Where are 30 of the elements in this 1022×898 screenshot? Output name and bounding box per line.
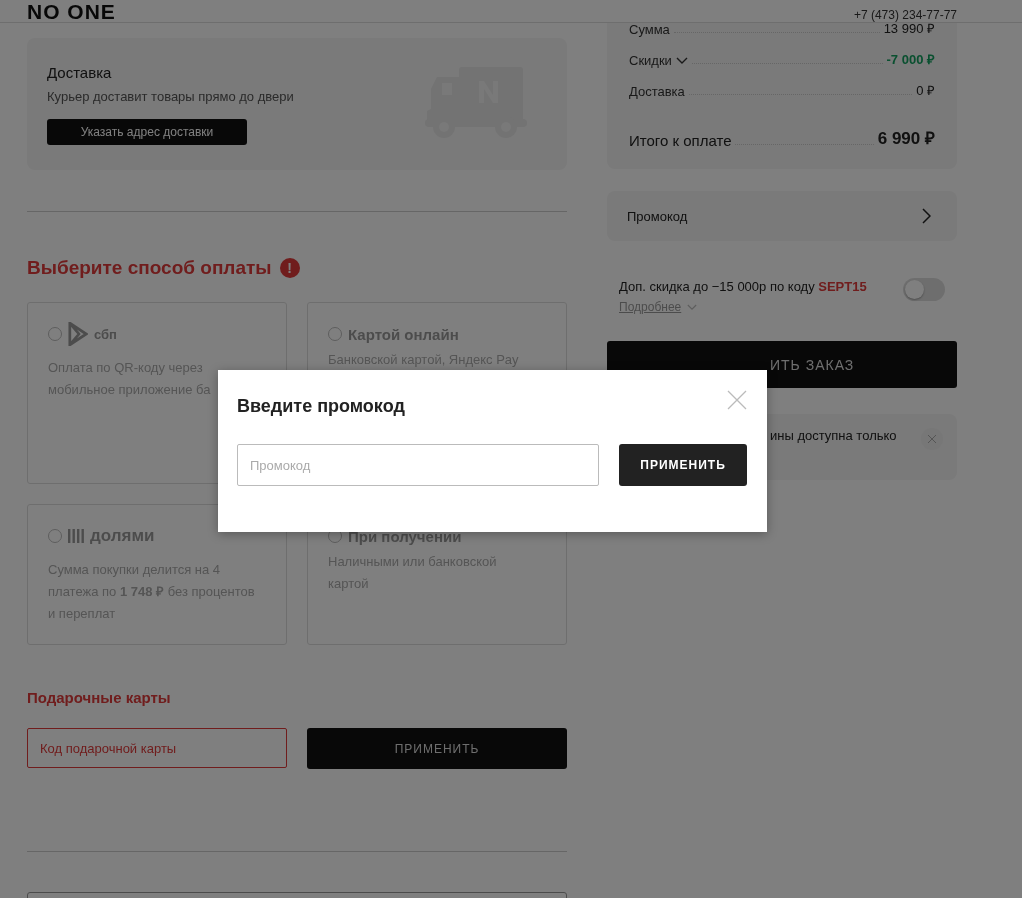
payment-heading: Выберите способ оплаты (27, 257, 272, 279)
close-icon[interactable] (727, 390, 747, 410)
chevron-right-icon (922, 208, 931, 224)
summary-label: Доставка (629, 84, 685, 99)
toggle-switch[interactable] (903, 278, 945, 301)
extra-discount-text: Доп. скидка до −15 000р по коду SEPT15 (619, 279, 867, 294)
summary-value: 13 990 ₽ (883, 21, 935, 37)
bars-icon (68, 528, 84, 544)
promo-code-input[interactable]: Промокод (237, 444, 599, 486)
apply-button[interactable]: ПРИМЕНИТЬ (619, 444, 747, 486)
summary-label: Скидки (629, 53, 672, 68)
error-icon: ! (279, 258, 300, 278)
total-value: 6 990 ₽ (877, 128, 935, 149)
gift-card-input[interactable]: Код подарочной карты (27, 728, 287, 768)
summary-label: Сумма (629, 22, 670, 37)
summary-value: -7 000 ₽ (886, 51, 935, 68)
delivery-address-button[interactable]: Указать адрес доставки (47, 118, 247, 145)
phone-number: +7 (473) 234-77-77 (853, 8, 957, 22)
modal-backdrop[interactable] (0, 0, 1022, 898)
promo-code-row[interactable]: Промокод (607, 191, 957, 241)
summary-value: 0 ₽ (916, 82, 935, 99)
play-triangles-icon (68, 322, 88, 346)
gift-cards-heading: Подарочные карты (27, 689, 172, 706)
logo-text[interactable]: NO ONE (27, 1, 116, 22)
apply-button[interactable]: ПРИМЕНИТЬ (307, 728, 567, 769)
notice-text: ины доступна только (770, 428, 897, 443)
delivery-description: Курьер доставит товары прямо до двери (47, 88, 294, 104)
total-label: Итого к оплате (629, 132, 732, 149)
chevron-down-icon[interactable] (675, 57, 688, 65)
delivery-title: Доставка (47, 63, 112, 81)
